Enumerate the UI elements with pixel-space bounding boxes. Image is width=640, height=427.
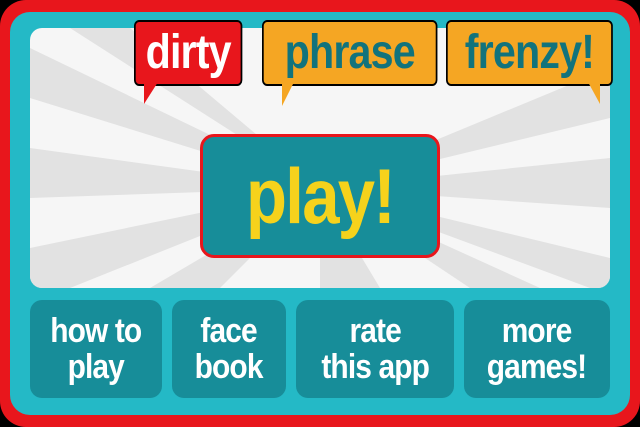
rate-this-app-button[interactable]: rate this app — [296, 300, 454, 398]
title-word-frenzy: frenzy! — [446, 20, 613, 86]
play-button[interactable]: play! — [200, 134, 440, 258]
speech-tail-red — [144, 82, 158, 104]
facebook-button[interactable]: face book — [172, 300, 286, 398]
how-to-play-button[interactable]: how to play — [30, 300, 162, 398]
facebook-label: face book — [195, 312, 264, 386]
speech-tail-orange — [282, 82, 294, 106]
more-games-button[interactable]: more games! — [464, 300, 610, 398]
speech-tail-orange-right — [588, 82, 600, 104]
rate-this-app-label: rate this app — [321, 312, 430, 386]
title-word-dirty: dirty — [134, 20, 243, 86]
title-word-phrase: phrase — [262, 20, 438, 86]
how-to-play-label: how to play — [50, 312, 142, 386]
more-games-label: more games! — [487, 312, 587, 386]
play-button-label: play! — [246, 151, 396, 240]
